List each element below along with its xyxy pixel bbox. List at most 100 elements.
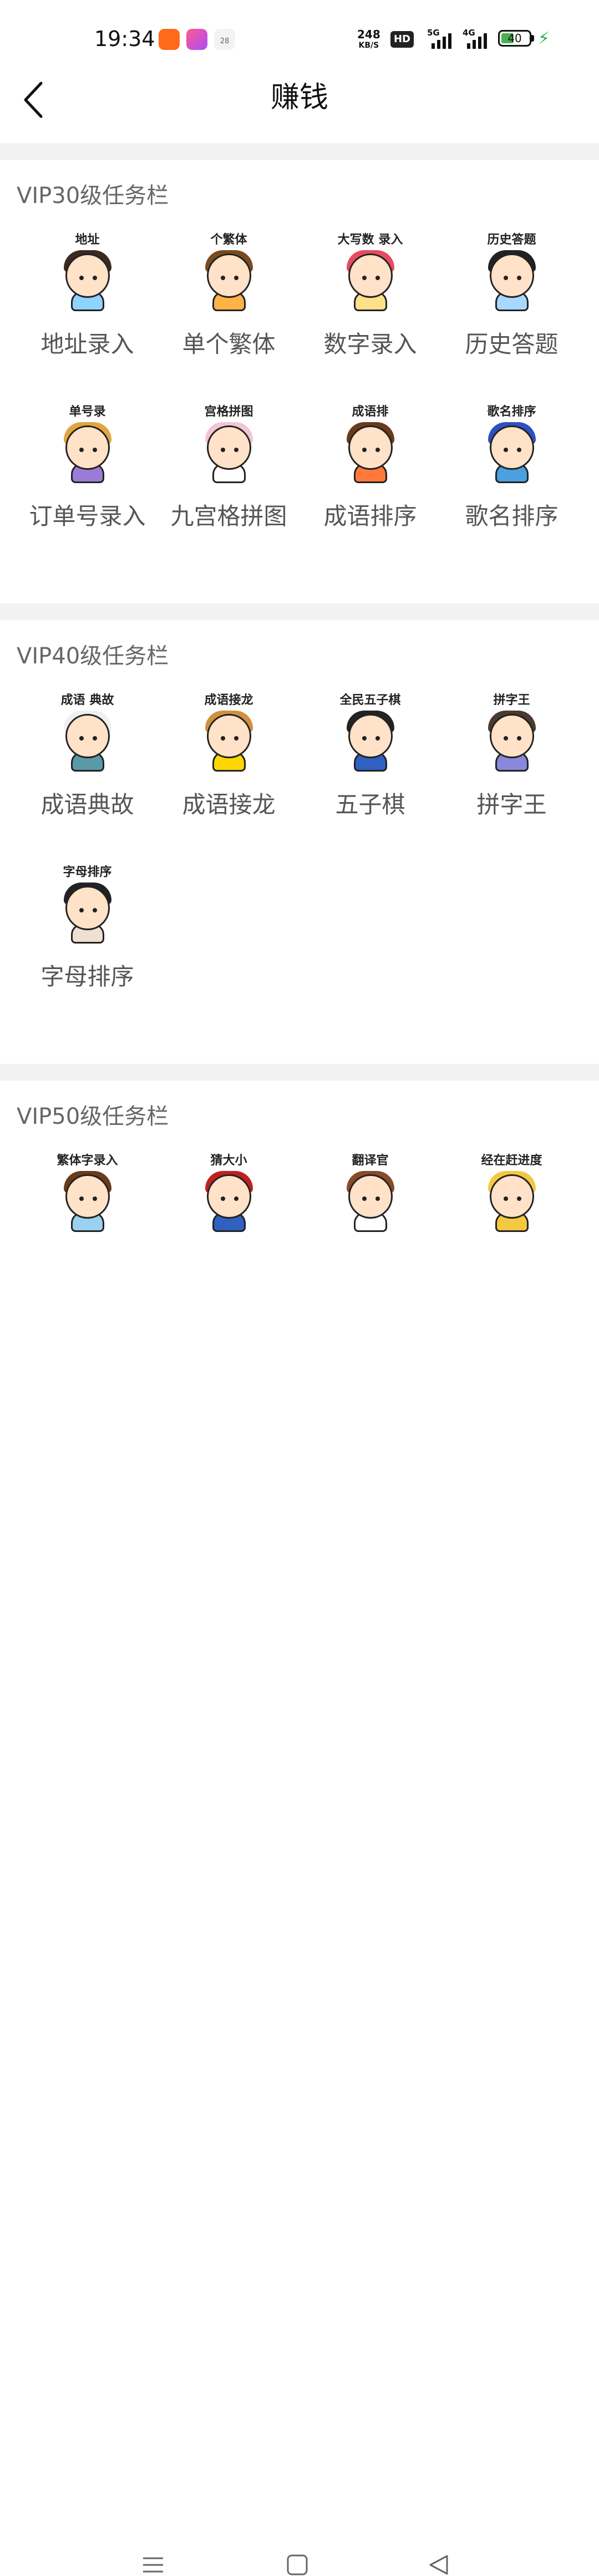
task-item[interactable]: 成语 典故 成语典故 (17, 691, 158, 820)
task-item[interactable]: 大写数 录入数字录入 (300, 230, 441, 359)
sticker-eye (92, 908, 97, 912)
task-sticker-image: 成语排 (329, 402, 412, 485)
signal-4g-icon: 4G (463, 28, 490, 49)
sticker-eye (516, 448, 521, 452)
sticker-caption: 拼字王 (493, 693, 530, 707)
task-label: 九宫格拼图 (170, 503, 287, 530)
status-time: 19:34 (94, 27, 155, 51)
sticker-eye (79, 448, 84, 452)
task-item[interactable]: 经在赶进度 (441, 1151, 582, 1234)
sticker-eye (375, 448, 380, 452)
sticker-face (489, 714, 534, 758)
sticker-caption: 经在赶进度 (481, 1154, 542, 1168)
sticker-face (348, 714, 393, 758)
sticker-eye (362, 448, 367, 452)
sticker-eye (503, 276, 508, 280)
task-label: 成语排序 (323, 503, 417, 530)
task-item[interactable]: 个繁体 单个繁体 (158, 230, 300, 359)
calendar-app-icon: 28 (214, 29, 235, 50)
sticker-eye (220, 448, 225, 452)
task-sticker-image: 经在赶进度 (470, 1151, 554, 1234)
sticker-eye (516, 276, 521, 280)
task-label: 单个繁体 (182, 331, 276, 358)
sticker-eye (92, 276, 97, 280)
task-label: 拼字王 (476, 791, 547, 818)
sticker-face (489, 425, 534, 470)
task-item[interactable]: 字母排序 字母排序 (17, 863, 158, 992)
task-item[interactable]: 地址 地址录入 (17, 230, 158, 359)
sticker-eye (362, 276, 367, 280)
sticker-face (206, 425, 251, 470)
sticker-eye (233, 736, 238, 741)
task-label: 成语典故 (40, 791, 134, 818)
sticker-eye (92, 448, 97, 452)
sticker-eye (92, 1196, 97, 1201)
sticker-eye (516, 736, 521, 741)
task-label: 订单号录入 (29, 503, 146, 530)
sticker-caption: 全民五子棋 (339, 693, 401, 707)
sticker-face (348, 425, 393, 470)
sticker-eye (375, 276, 380, 280)
sticker-face (206, 253, 251, 298)
sticker-caption: 单号录 (69, 405, 106, 419)
sticker-caption: 地址 (75, 233, 100, 247)
net-speed-unit: KB/S (358, 41, 379, 50)
task-item[interactable]: 翻译官 (300, 1151, 441, 1234)
sticker-eye (375, 1196, 380, 1201)
battery-tip (531, 35, 534, 42)
task-item[interactable]: 单号录 订单号录入 (17, 402, 158, 531)
task-sticker-image: 歌名排序 (470, 402, 554, 485)
section-title: VIP40级任务栏 (17, 643, 169, 669)
task-item[interactable]: 歌名排序 歌名排序 (441, 402, 582, 531)
task-item[interactable]: 历史答题 历史答题 (441, 230, 582, 359)
sticker-face (206, 1174, 251, 1219)
network-speed: 248 KB/S (357, 29, 380, 51)
sticker-eye (220, 276, 225, 280)
task-label: 数字录入 (323, 331, 417, 358)
sticker-caption: 猜大小 (210, 1154, 247, 1168)
task-sticker-image: 繁体字录入 (46, 1151, 129, 1234)
task-item[interactable]: 拼字王 拼字王 (441, 691, 582, 820)
sticker-face (348, 253, 393, 298)
task-sticker-image: 历史答题 (470, 230, 554, 313)
task-sticker-image: 猜大小 (187, 1151, 271, 1234)
task-label: 历史答题 (465, 331, 559, 358)
sticker-face (65, 253, 110, 298)
task-item[interactable]: 成语排 成语排序 (300, 402, 441, 531)
battery-level: 40 (507, 32, 522, 45)
home-icon[interactable] (286, 2554, 308, 2576)
task-sticker-image: 个繁体 (187, 230, 271, 313)
menu-icon[interactable] (142, 2554, 164, 2576)
kuaishou-app-icon (159, 29, 180, 50)
sticker-eye (503, 448, 508, 452)
task-item[interactable]: 繁体字录入 (17, 1151, 158, 1234)
charging-icon: ⚡ (538, 29, 550, 48)
sticker-caption: 成语接龙 (204, 693, 253, 707)
task-sticker-image: 翻译官 (329, 1151, 412, 1234)
signal-5g-icon: 5G (427, 28, 455, 49)
task-item[interactable]: 成语接龙 成语接龙 (158, 691, 300, 820)
task-item[interactable]: 全民五子棋 五子棋 (300, 691, 441, 820)
task-item[interactable]: 猜大小 (158, 1151, 300, 1234)
sticker-caption: 历史答题 (487, 233, 536, 247)
task-item[interactable]: 宫格拼图 九宫格拼图 (158, 402, 300, 531)
sticker-eye (79, 736, 84, 741)
sticker-caption: 个繁体 (210, 233, 247, 247)
sticker-caption: 歌名排序 (487, 405, 536, 419)
task-label: 歌名排序 (465, 503, 559, 530)
task-sticker-image: 大写数 录入 (329, 230, 412, 313)
task-label: 五子棋 (335, 791, 405, 818)
sticker-face (206, 714, 251, 758)
sticker-eye (503, 1196, 508, 1201)
back-icon[interactable] (428, 2554, 450, 2576)
section-title: VIP30级任务栏 (17, 183, 169, 209)
task-sticker-image: 成语 典故 (46, 691, 129, 774)
task-sticker-image: 拼字王 (470, 691, 554, 774)
sticker-caption: 大写数 录入 (337, 233, 403, 247)
sticker-eye (362, 736, 367, 741)
sticker-eye (503, 736, 508, 741)
task-sticker-image: 全民五子棋 (329, 691, 412, 774)
sticker-caption: 宫格拼图 (204, 405, 253, 419)
section-title: VIP50级任务栏 (17, 1104, 169, 1129)
sticker-eye (79, 276, 84, 280)
